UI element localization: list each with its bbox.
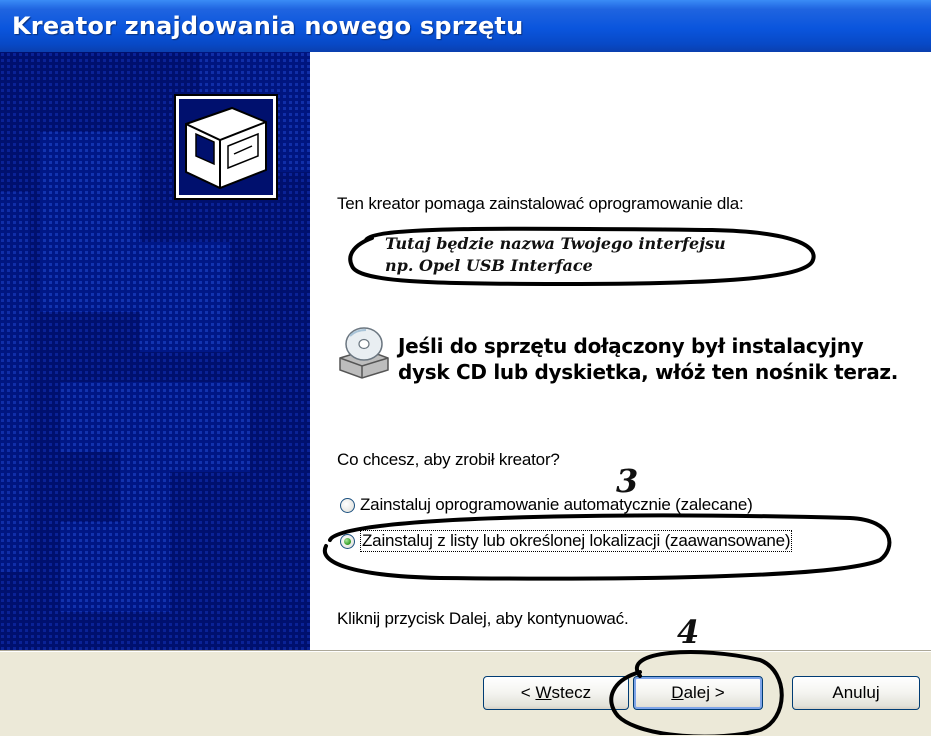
next-button-rest: alej >: [683, 683, 725, 702]
next-button-mnemonic: D: [671, 683, 684, 702]
option-auto-install-label[interactable]: Zainstaluj oprogramowanie automatycznie …: [360, 495, 753, 515]
next-button[interactable]: Dalej >: [633, 676, 763, 710]
title-bar[interactable]: Kreator znajdowania nowego sprzętu: [0, 0, 931, 52]
window-title: Kreator znajdowania nowego sprzętu: [12, 12, 524, 40]
wizard-sidebar: [0, 52, 310, 650]
cancel-button[interactable]: Anuluj: [792, 676, 920, 710]
back-button-mnemonic: W: [535, 683, 552, 702]
hardware-drawer-icon: [174, 94, 278, 200]
annotation-step-4: 4: [677, 613, 700, 651]
back-button-rest: stecz: [551, 683, 592, 702]
device-name-line1: Tutaj będzie nazwa Twojego interfejsu: [385, 234, 726, 253]
annotation-step-3: 3: [616, 462, 639, 500]
radio-auto-install[interactable]: [340, 497, 355, 513]
back-button-prefix: <: [520, 683, 536, 702]
device-name-line2: np. Opel USB Interface: [385, 256, 593, 275]
radio-advanced-install[interactable]: [340, 533, 355, 549]
insert-media-line1: Jeśli do sprzętu dołączony był instalacy…: [398, 334, 864, 358]
cancel-button-label: Anuluj: [832, 683, 880, 702]
back-button[interactable]: < Wstecz: [483, 676, 629, 710]
question-text: Co chcesz, aby zrobił kreator?: [337, 450, 560, 469]
wizard-content: Ten kreator pomaga zainstalować oprogram…: [310, 52, 931, 650]
continue-hint: Kliknij przycisk Dalej, aby kontynuować.: [337, 609, 629, 628]
insert-media-line2: dysk CD lub dyskietka, włóż ten nośnik t…: [398, 360, 899, 384]
option-auto-install[interactable]: Zainstaluj oprogramowanie automatycznie …: [340, 495, 753, 515]
option-advanced-install-label[interactable]: Zainstaluj z listy lub określonej lokali…: [360, 530, 793, 552]
cd-drive-icon: [339, 327, 389, 379]
intro-text: Ten kreator pomaga zainstalować oprogram…: [337, 194, 744, 213]
option-advanced-install[interactable]: Zainstaluj z listy lub określonej lokali…: [340, 530, 793, 552]
